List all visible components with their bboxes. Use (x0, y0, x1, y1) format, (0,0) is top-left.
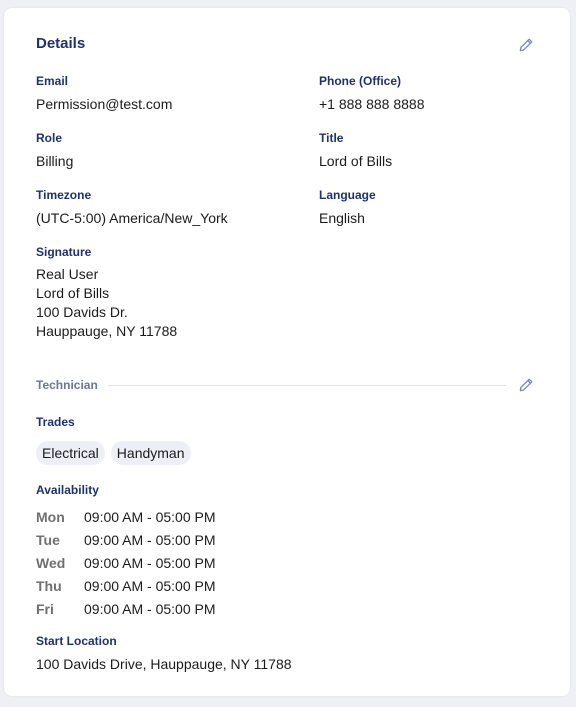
availability-row: Wed 09:00 AM - 05:00 PM (36, 552, 216, 575)
availability-day: Mon (36, 509, 65, 525)
availability-list: Mon 09:00 AM - 05:00 PM Tue 09:00 AM - 0… (36, 506, 216, 621)
availability-hours: 09:00 AM - 05:00 PM (84, 555, 216, 571)
availability-day: Wed (36, 555, 66, 571)
edit-details-button[interactable] (516, 35, 536, 55)
availability-hours: 09:00 AM - 05:00 PM (84, 601, 216, 617)
availability-hours: 09:00 AM - 05:00 PM (84, 509, 216, 525)
trades-chips: Electrical Handyman (36, 441, 191, 465)
phone-label: Phone (Office) (319, 74, 402, 88)
availability-row: Fri 09:00 AM - 05:00 PM (36, 598, 216, 621)
title-value: Lord of Bills (319, 153, 393, 169)
phone-value: +1 888 888 8888 (319, 96, 425, 112)
signature-line: Lord of Bills (36, 285, 110, 301)
language-label: Language (319, 188, 376, 202)
pencil-icon (519, 378, 533, 392)
trades-label: Trades (36, 415, 75, 429)
role-label: Role (36, 131, 63, 145)
availability-label: Availability (36, 483, 99, 497)
technician-section-header: Technician (36, 376, 536, 394)
availability-row: Tue 09:00 AM - 05:00 PM (36, 529, 216, 552)
email-label: Email (36, 74, 69, 88)
availability-row: Thu 09:00 AM - 05:00 PM (36, 575, 216, 598)
email-value: Permission@test.com (36, 96, 173, 112)
role-value: Billing (36, 153, 74, 169)
trade-chip: Handyman (110, 441, 191, 465)
details-card: Details Email Permission@test.com Phone … (4, 8, 570, 696)
section-divider (107, 384, 506, 386)
signature-line: 100 Davids Dr. (36, 304, 128, 320)
availability-day: Tue (36, 532, 60, 548)
language-value: English (319, 210, 365, 226)
timezone-value: (UTC-5:00) America/New_York (36, 210, 228, 226)
availability-row: Mon 09:00 AM - 05:00 PM (36, 506, 216, 529)
availability-day: Fri (36, 601, 54, 617)
start-location-value: 100 Davids Drive, Hauppauge, NY 11788 (36, 656, 292, 672)
availability-hours: 09:00 AM - 05:00 PM (84, 578, 216, 594)
technician-section-label: Technician (36, 378, 98, 392)
availability-day: Thu (36, 578, 62, 594)
signature-block: Real User Lord of Bills 100 Davids Dr. H… (36, 265, 177, 341)
signature-line: Real User (36, 266, 99, 282)
signature-label: Signature (36, 245, 92, 259)
signature-line: Hauppauge, NY 11788 (36, 323, 178, 339)
timezone-label: Timezone (36, 188, 92, 202)
title-label: Title (319, 131, 344, 145)
availability-hours: 09:00 AM - 05:00 PM (84, 532, 216, 548)
details-title: Details (36, 35, 86, 52)
pencil-icon (519, 38, 533, 52)
trade-chip: Electrical (36, 441, 105, 465)
edit-technician-button[interactable] (516, 375, 536, 395)
start-location-label: Start Location (36, 634, 117, 648)
